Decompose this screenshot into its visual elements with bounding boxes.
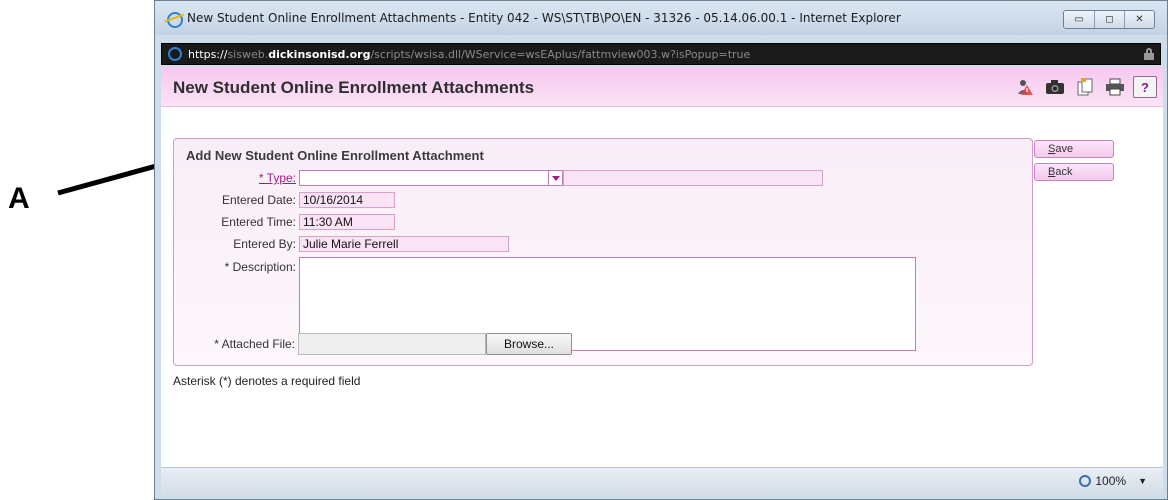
- type-select[interactable]: [299, 170, 563, 186]
- entered-time-field: 11:30 AM: [299, 214, 395, 230]
- url-subdomain: sisweb.: [227, 48, 269, 61]
- annotation-letter: A: [8, 182, 30, 215]
- section-title: Add New Student Online Enrollment Attach…: [186, 148, 484, 163]
- url-domain: dickinsonisd.org: [268, 48, 371, 61]
- save-button-label: ave: [1055, 143, 1074, 155]
- zoom-control[interactable]: 100% ▼: [1079, 474, 1147, 488]
- attached-file-label: * Attached File:: [214, 337, 295, 351]
- entered-time-label: Entered Time:: [221, 215, 296, 229]
- page-copy-icon[interactable]: [1073, 76, 1097, 98]
- page-title: New Student Online Enrollment Attachment…: [173, 78, 535, 97]
- minimize-button[interactable]: ▭: [1064, 11, 1094, 28]
- header-toolbar: ?: [1013, 76, 1157, 98]
- help-icon[interactable]: ?: [1133, 76, 1157, 98]
- form-panel: Add New Student Online Enrollment Attach…: [173, 138, 1033, 366]
- attached-file-path-field[interactable]: [298, 333, 486, 355]
- ie-page-icon: [168, 47, 182, 61]
- status-bar: 100% ▼: [161, 467, 1163, 495]
- browse-button[interactable]: Browse...: [486, 333, 572, 355]
- entered-date-label: Entered Date:: [221, 193, 296, 207]
- printer-icon[interactable]: [1103, 76, 1127, 98]
- window-controls: ▭ ◻ ✕: [1063, 10, 1155, 29]
- ie-logo-icon: [167, 12, 183, 28]
- page-header: New Student Online Enrollment Attachment…: [161, 67, 1163, 107]
- camera-icon[interactable]: [1043, 76, 1067, 98]
- close-button[interactable]: ✕: [1124, 11, 1154, 28]
- maximize-button[interactable]: ◻: [1094, 11, 1124, 28]
- page-content: New Student Online Enrollment Attachment…: [161, 67, 1163, 467]
- lock-icon[interactable]: [1144, 48, 1154, 60]
- type-description-field: [563, 170, 823, 186]
- chevron-down-icon[interactable]: [548, 171, 562, 185]
- url-text[interactable]: https://sisweb.dickinsonisd.org/scripts/…: [188, 48, 750, 61]
- person-alert-icon[interactable]: [1013, 76, 1037, 98]
- url-scheme: https://: [188, 48, 228, 61]
- description-label: * Description:: [224, 260, 296, 274]
- url-path: /scripts/wsisa.dll/WService=wsEAplus/fat…: [370, 48, 751, 61]
- type-label[interactable]: * Type:: [176, 171, 296, 185]
- entered-by-field: Julie Marie Ferrell: [299, 236, 509, 252]
- save-button[interactable]: Save: [1034, 140, 1114, 158]
- address-bar[interactable]: https://sisweb.dickinsonisd.org/scripts/…: [161, 43, 1161, 65]
- entered-date-field: 10/16/2014: [299, 192, 395, 208]
- back-button[interactable]: Back: [1034, 163, 1114, 181]
- zoom-magnifier-icon: [1079, 475, 1092, 487]
- entered-by-label: Entered By:: [233, 237, 296, 251]
- back-button-label: ack: [1055, 166, 1073, 178]
- chevron-down-icon[interactable]: ▼: [1138, 476, 1147, 486]
- browser-window: New Student Online Enrollment Attachment…: [154, 0, 1168, 500]
- window-title: New Student Online Enrollment Attachment…: [187, 11, 901, 25]
- required-field-note: Asterisk (*) denotes a required field: [173, 374, 361, 388]
- title-bar: New Student Online Enrollment Attachment…: [155, 1, 1167, 35]
- zoom-level: 100%: [1095, 474, 1127, 488]
